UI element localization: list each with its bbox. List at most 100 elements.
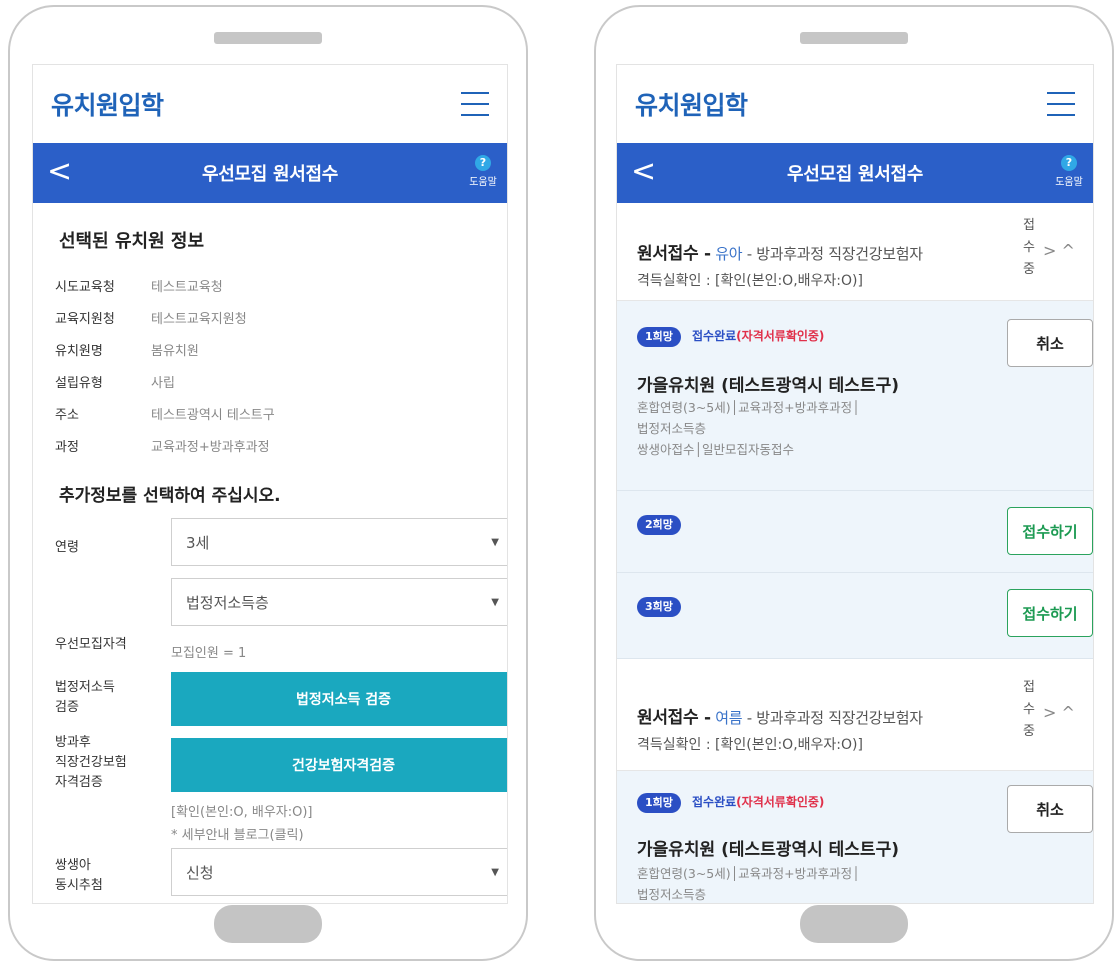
lowincome-label-line: 법정저소득: [55, 680, 115, 695]
brand-bar: 유치원입학: [33, 65, 507, 143]
choice-item: 1희망 접수완료(자격서류확인중) 취소 가을유치원 (테스트광역시 테스트구)…: [617, 301, 1093, 491]
status-char: 접: [1023, 680, 1035, 695]
info-value: 테스트교육청: [151, 279, 223, 295]
phone-speaker: [800, 32, 908, 44]
help-button[interactable]: ? 도움말: [465, 155, 501, 188]
left-screen: 유치원입학 < 우선모집 원서접수 ? 도움말 선택된 유치원 정보 시도교육청…: [32, 64, 508, 904]
application-status: 접수완료(자격서류확인중): [692, 795, 824, 809]
choice-status-row: 1희망 접수완료(자격서류확인중): [637, 791, 824, 813]
kindergarten-detail-line: 쌍생아접수│일반모집자동접수: [637, 442, 795, 457]
twins-label-line: 동시추첨: [55, 878, 103, 893]
choice-item: 3희망 접수하기: [617, 573, 1093, 659]
child-name: 여름: [715, 709, 743, 727]
status-text-red: (자격서류확인중): [736, 795, 825, 809]
status-text: 접수완료: [692, 795, 737, 809]
status-badge: 접 수 중: [1021, 215, 1037, 281]
application-status: 접수완료(자격서류확인중): [692, 329, 824, 343]
back-arrow-icon[interactable]: <: [631, 155, 656, 189]
kindergarten-detail-line: 법정저소득층: [637, 887, 707, 902]
application-header[interactable]: 원서접수 - 유아 - 방과후과정 직장건강보험자 격득실확인 : [확인(본인…: [617, 203, 1093, 301]
priority-pill: 2희망: [637, 515, 681, 535]
info-row: 유치원명 봄유치원: [55, 333, 507, 365]
afterschool-label-line: 방과후: [55, 735, 91, 750]
info-key: 교육지원청: [55, 311, 115, 327]
help-icon: ?: [475, 155, 491, 171]
page-title: 우선모집 원서접수: [786, 164, 924, 185]
application-label: 원서접수 -: [637, 708, 711, 728]
lowincome-label-line: 검증: [55, 700, 79, 715]
kindergarten-details: 혼합연령(3~5세)│교육과정+방과후과정│ 법정저소득층: [637, 863, 860, 903]
twins-label: 쌍생아 동시추첨: [55, 856, 103, 896]
twins-label-line: 쌍생아: [55, 858, 91, 873]
brand-logo[interactable]: 유치원입학: [635, 86, 748, 122]
hamburger-menu-icon[interactable]: [461, 92, 489, 116]
help-icon: ?: [1061, 155, 1077, 171]
kindergarten-detail-line: 법정저소득층: [637, 421, 707, 436]
chevron-up-icon[interactable]: > ^: [1043, 241, 1075, 260]
back-arrow-icon[interactable]: <: [47, 155, 72, 189]
application-detail: - 방과후과정 직장건강보험자: [746, 709, 923, 727]
info-key: 과정: [55, 439, 79, 455]
confirm-text: [확인(본인:O, 배우자:O)]: [171, 805, 313, 820]
choice-item: 2희망 접수하기: [617, 491, 1093, 573]
kindergarten-detail-line: 혼합연령(3~5세)│교육과정+방과후과정│: [637, 866, 860, 881]
priority-select[interactable]: 법정저소득층 ▼: [171, 578, 507, 626]
info-key: 시도교육청: [55, 279, 115, 295]
help-button[interactable]: ? 도움말: [1051, 155, 1087, 188]
info-row: 설립유형 사립: [55, 365, 507, 397]
health-insurance-verify-button[interactable]: 건강보험자격검증: [171, 738, 507, 792]
status-char: 중: [1023, 262, 1035, 277]
phone-home-button: [214, 905, 322, 943]
application-header[interactable]: 원서접수 - 여름 - 방과후과정 직장건강보험자 격득실확인 : [확인(본인…: [617, 659, 1093, 771]
apply-button[interactable]: 접수하기: [1007, 589, 1093, 637]
choice-list: 1희망 접수완료(자격서류확인중) 취소 가을유치원 (테스트광역시 테스트구)…: [617, 771, 1093, 903]
kindergarten-details: 혼합연령(3~5세)│교육과정+방과후과정│ 법정저소득층 쌍생아접수│일반모집…: [637, 397, 860, 460]
kindergarten-detail-line: 혼합연령(3~5세)│교육과정+방과후과정│: [637, 400, 860, 415]
kindergarten-name: 가을유치원 (테스트광역시 테스트구): [637, 376, 899, 396]
choice-status-row: 3희망: [637, 595, 681, 617]
chevron-up-icon[interactable]: > ^: [1043, 703, 1075, 722]
lowincome-verify-button[interactable]: 법정저소득 검증: [171, 672, 507, 726]
status-char: 중: [1023, 724, 1035, 739]
kindergarten-name: 가을유치원 (테스트광역시 테스트구): [637, 840, 899, 860]
info-value: 테스트교육지원청: [151, 311, 247, 327]
info-row: 시도교육청 테스트교육청: [55, 269, 507, 301]
apply-button[interactable]: 접수하기: [1007, 507, 1093, 555]
status-badge: 접 수 중: [1021, 677, 1037, 743]
info-value: 봄유치원: [151, 343, 199, 359]
hamburger-menu-icon[interactable]: [1047, 92, 1075, 116]
right-phone-frame: 유치원입학 < 우선모집 원서접수 ? 도움말 원서접수 - 유아 - 방과후과…: [594, 5, 1114, 961]
additional-info-title: 추가정보를 선택하여 주십시오.: [59, 486, 281, 506]
child-name: 유아: [715, 245, 743, 263]
info-row: 교육지원청 테스트교육지원청: [55, 301, 507, 333]
afterschool-label: 방과후 직장건강보험 자격검증: [55, 733, 127, 793]
priority-value: 법정저소득층: [186, 593, 269, 612]
afterschool-label-line: 자격검증: [55, 775, 103, 790]
info-value: 테스트광역시 테스트구: [151, 407, 275, 423]
twins-select[interactable]: 신청 ▼: [171, 848, 507, 896]
info-value: 교육과정+방과후과정: [151, 439, 270, 455]
brand-logo[interactable]: 유치원입학: [51, 86, 164, 122]
title-bar: < 우선모집 원서접수 ? 도움말: [33, 143, 507, 203]
status-char: 접: [1023, 218, 1035, 233]
phone-speaker: [214, 32, 322, 44]
age-select[interactable]: 3세 ▼: [171, 518, 507, 566]
phone-home-button: [800, 905, 908, 943]
lowincome-label: 법정저소득 검증: [55, 678, 115, 718]
application-label: 원서접수 -: [637, 244, 711, 264]
recruit-count: 모집인원 = 1: [171, 646, 247, 661]
status-text: 접수완료: [692, 329, 737, 343]
info-key: 주소: [55, 407, 79, 423]
dropdown-caret-icon: ▼: [491, 866, 499, 878]
twins-value: 신청: [186, 863, 214, 882]
status-text-red: (자격서류확인중): [736, 329, 825, 343]
priority-label: 우선모집자격: [55, 637, 127, 652]
cancel-button[interactable]: 취소: [1007, 785, 1093, 833]
info-key: 유치원명: [55, 343, 103, 359]
blog-link[interactable]: * 세부안내 블로그(클릭): [171, 824, 304, 843]
info-value: 사립: [151, 375, 175, 391]
page-title: 우선모집 원서접수: [201, 164, 339, 185]
selected-kindergarten-title: 선택된 유치원 정보: [59, 231, 205, 252]
cancel-button[interactable]: 취소: [1007, 319, 1093, 367]
dropdown-caret-icon: ▼: [491, 596, 499, 608]
